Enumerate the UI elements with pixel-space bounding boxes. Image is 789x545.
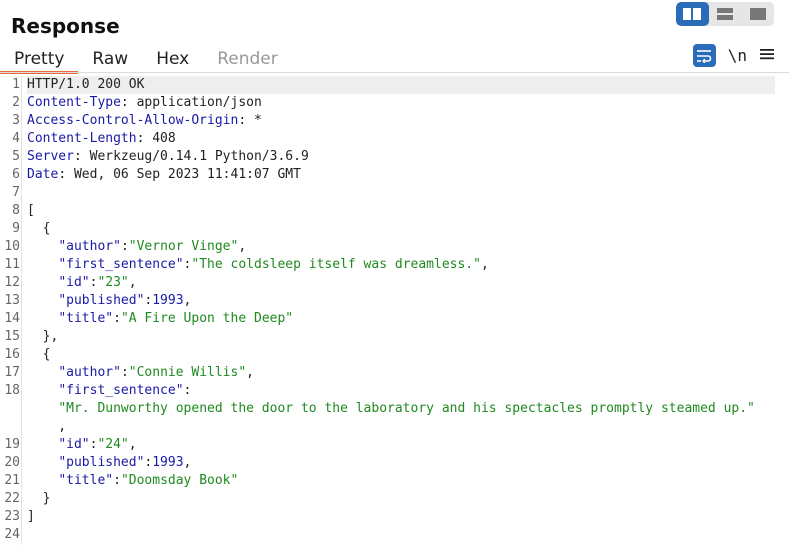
- line-number: 18: [4, 383, 20, 398]
- line-number: 23: [4, 509, 20, 524]
- word-wrap-toggle[interactable]: [692, 44, 716, 67]
- line-number: 22: [4, 491, 20, 506]
- line-number: 2: [12, 95, 20, 110]
- code-line: 3 Access-Control-Allow-Origin: *: [0, 112, 789, 130]
- code-line: 11 "first_sentence":"The coldsleep itsel…: [0, 256, 789, 274]
- layout-toggle[interactable]: [676, 2, 774, 26]
- code-line: 9 {: [0, 220, 789, 238]
- code-line: 18 "first_sentence":: [0, 382, 789, 400]
- line-number: 14: [4, 311, 20, 326]
- line-number: 11: [4, 257, 20, 272]
- code-line: 21 "title":"Doomsday Book": [0, 472, 789, 490]
- code-line: 22 }: [0, 490, 789, 508]
- line-number: 8: [12, 203, 20, 218]
- code-line: 4 Content-Length: 408: [0, 130, 789, 148]
- panel-title: Response: [11, 14, 120, 38]
- code-text: HTTP/1.0 200 OK: [27, 76, 775, 94]
- code-text: ,: [27, 419, 67, 434]
- code-line: ,: [0, 418, 789, 436]
- line-number: 15: [4, 329, 20, 344]
- tab-pretty[interactable]: Pretty: [0, 46, 79, 74]
- single-layout-button[interactable]: [741, 2, 774, 26]
- line-number: 21: [4, 473, 20, 488]
- line-number: 12: [4, 275, 20, 290]
- code-line: 16 {: [0, 346, 789, 364]
- show-newlines-toggle[interactable]: \n: [728, 46, 747, 65]
- line-number: 10: [4, 239, 20, 254]
- code-line: 20 "published":1993,: [0, 454, 789, 472]
- code-line: 13 "published":1993,: [0, 292, 789, 310]
- code-line: 19 "id":"24",: [0, 436, 789, 454]
- code-text: {: [27, 221, 51, 236]
- line-number: 24: [4, 527, 20, 542]
- tabs-divider: [0, 72, 789, 73]
- line-number: 19: [4, 437, 20, 452]
- code-line: 24: [0, 526, 789, 544]
- single-panel-icon: [749, 8, 766, 20]
- stacked-layout-button[interactable]: [709, 2, 742, 26]
- tab-raw[interactable]: Raw: [78, 46, 142, 72]
- tab-hex[interactable]: Hex: [142, 46, 203, 72]
- code-text: {: [27, 347, 51, 362]
- code-text: Access-Control-Allow-Origin: *: [27, 113, 262, 128]
- line-number: 7: [12, 185, 20, 200]
- wrap-icon: [697, 49, 712, 63]
- code-text: "published":1993,: [58, 293, 192, 308]
- line-number: 1: [12, 77, 20, 92]
- code-text: "author":"Connie Willis",: [58, 365, 254, 380]
- line-number: 3: [12, 113, 20, 128]
- code-text: Server: Werkzeug/0.14.1 Python/3.6.9: [27, 149, 309, 164]
- rows-icon: [717, 8, 733, 20]
- code-text: Content-Type: application/json: [27, 95, 262, 110]
- line-number: 16: [4, 347, 20, 362]
- code-line: 15 },: [0, 328, 789, 346]
- code-line: 17 "author":"Connie Willis",: [0, 364, 789, 382]
- code-text: "title":"Doomsday Book": [58, 473, 239, 488]
- code-line: 5 Server: Werkzeug/0.14.1 Python/3.6.9: [0, 148, 789, 166]
- code-text: "id":"23",: [58, 275, 137, 290]
- code-line: 10 "author":"Vernor Vinge",: [0, 238, 789, 256]
- code-line: 14 "title":"A Fire Upon the Deep": [0, 310, 789, 328]
- code-text: Content-Length: 408: [27, 131, 176, 146]
- line-number: 4: [12, 131, 20, 146]
- tab-render[interactable]: Render: [203, 46, 292, 72]
- code-line: "Mr. Dunworthy opened the door to the la…: [0, 400, 789, 418]
- code-text: "id":"24",: [58, 437, 137, 452]
- code-text: "first_sentence":: [58, 383, 192, 398]
- code-line: 1 HTTP/1.0 200 OK: [0, 76, 789, 94]
- line-number: 9: [12, 221, 20, 236]
- line-number: 5: [12, 149, 20, 164]
- code-text: }: [27, 491, 51, 506]
- code-text: ]: [27, 509, 35, 524]
- code-text: [: [27, 203, 35, 218]
- editor-tools: \n: [692, 44, 775, 67]
- code-text: },: [27, 329, 59, 344]
- code-line: 23]: [0, 508, 789, 526]
- code-line: 12 "id":"23",: [0, 274, 789, 292]
- code-text: "Mr. Dunworthy opened the door to the la…: [58, 401, 755, 416]
- line-number: 6: [12, 167, 20, 182]
- code-text: "first_sentence":"The coldsleep itself w…: [58, 257, 489, 272]
- line-number: 17: [4, 365, 20, 380]
- code-text: "author":"Vernor Vinge",: [58, 239, 247, 254]
- hamburger-menu-icon: [760, 49, 774, 60]
- code-line: 6 Date: Wed, 06 Sep 2023 11:41:07 GMT: [0, 166, 789, 184]
- code-line: 2 Content-Type: application/json: [0, 94, 789, 112]
- code-text: Date: Wed, 06 Sep 2023 11:41:07 GMT: [27, 167, 301, 182]
- response-editor[interactable]: 1 HTTP/1.0 200 OK 2 Content-Type: applicati…: [0, 76, 789, 545]
- code-line: 7: [0, 184, 789, 202]
- code-line: 8[: [0, 202, 789, 220]
- code-text: "published":1993,: [58, 455, 192, 470]
- side-by-side-layout-button[interactable]: [676, 2, 709, 26]
- code-text: "title":"A Fire Upon the Deep": [58, 311, 294, 326]
- line-number: 13: [4, 293, 20, 308]
- view-tabs: Pretty Raw Hex Render: [0, 46, 292, 74]
- columns-icon: [683, 8, 702, 20]
- line-number: 20: [4, 455, 20, 470]
- menu-button[interactable]: [759, 46, 775, 65]
